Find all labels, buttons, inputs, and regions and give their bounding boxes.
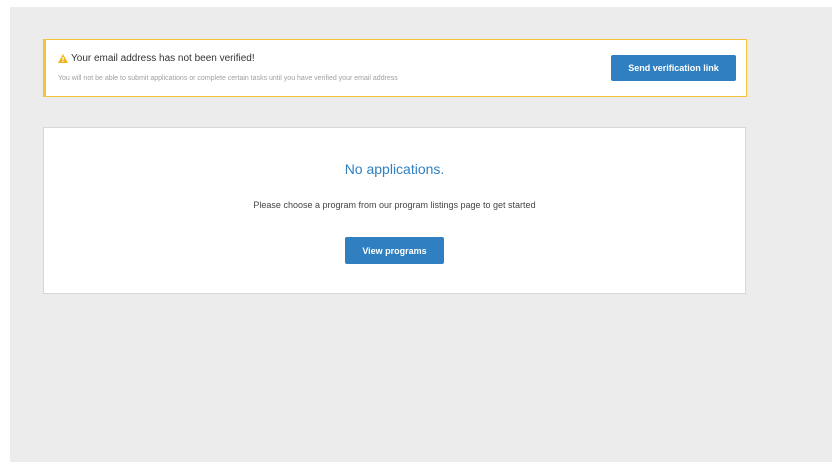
no-applications-card: No applications. Please choose a program… <box>43 127 746 294</box>
empty-state-title: No applications. <box>344 161 445 177</box>
main-content-area: Your email address has not been verified… <box>10 7 832 462</box>
send-verification-link-button[interactable]: Send verification link <box>611 55 736 81</box>
alert-title: Your email address has not been verified… <box>71 53 255 64</box>
empty-state-message: Please choose a program from our program… <box>253 200 536 210</box>
alert-message: You will not be able to submit applicati… <box>58 75 398 82</box>
email-verification-alert: Your email address has not been verified… <box>43 39 747 97</box>
view-programs-button[interactable]: View programs <box>345 237 444 264</box>
alert-title-row: Your email address has not been verified… <box>58 53 255 64</box>
warning-icon <box>58 54 68 63</box>
